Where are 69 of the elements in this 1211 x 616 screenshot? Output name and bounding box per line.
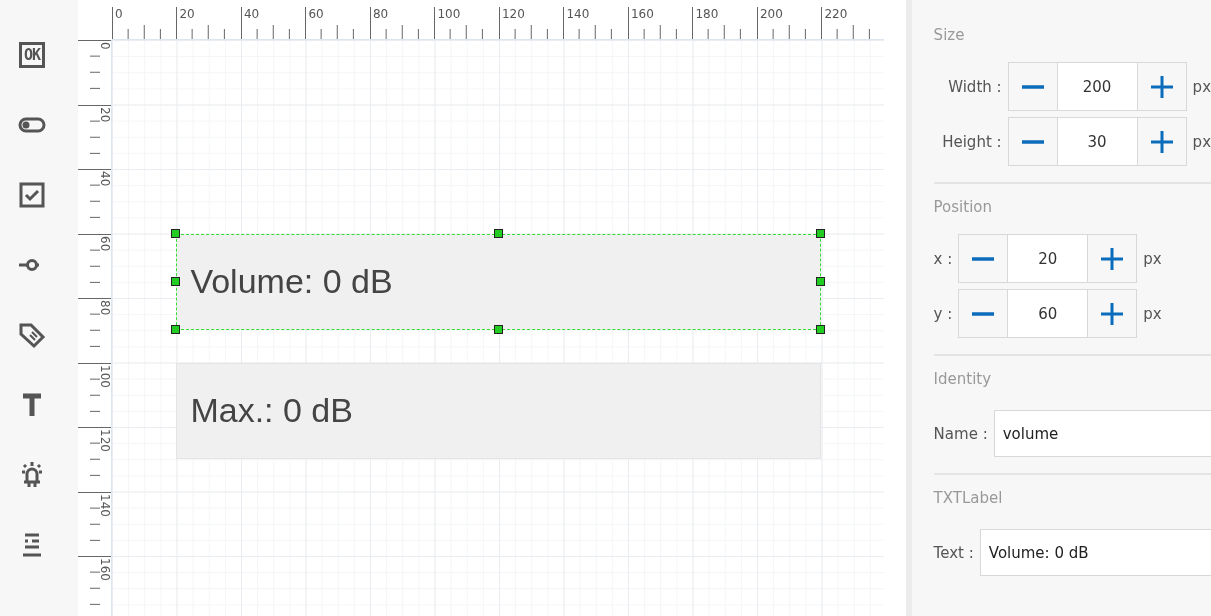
plus-button[interactable]	[1137, 118, 1186, 165]
section-title: TXTLabel	[933, 489, 1004, 507]
unit-label: px	[1143, 304, 1162, 323]
ruler-label: 60	[97, 235, 111, 251]
plus-icon	[1150, 75, 1173, 98]
field-label: y :	[933, 304, 953, 323]
ruler-label: 40	[97, 171, 111, 187]
ruler-label: 120	[97, 429, 111, 452]
plus-icon	[1150, 130, 1173, 153]
section-title: Size	[933, 26, 966, 44]
unit-label: px	[1192, 77, 1211, 96]
resize-handle[interactable]	[816, 325, 826, 335]
section-title: Identity	[933, 370, 993, 388]
resize-handle[interactable]	[171, 228, 181, 238]
ruler-label: 20	[97, 106, 111, 122]
minus-icon	[972, 256, 995, 261]
ruler-label: 0	[114, 7, 123, 21]
plus-icon	[1101, 302, 1124, 325]
ruler-label: 0	[97, 42, 111, 50]
minus-button[interactable]	[1008, 63, 1057, 110]
minus-button[interactable]	[959, 290, 1008, 337]
ruler-label: 220	[824, 7, 848, 21]
unit-label: px	[1143, 249, 1162, 268]
ruler-label: 80	[97, 300, 111, 316]
number-stepper[interactable]: 60	[958, 289, 1138, 338]
section-title: Position	[933, 198, 993, 216]
number-stepper[interactable]: 20	[958, 234, 1138, 283]
resize-handle[interactable]	[493, 325, 503, 335]
resize-handle[interactable]	[171, 325, 181, 335]
plus-button[interactable]	[1088, 290, 1137, 337]
field-label: Width :	[947, 77, 1002, 96]
text-label-widget[interactable]: Max.: 0 dB	[176, 362, 822, 460]
field-label: Height :	[941, 132, 1002, 151]
ok-icon: OK	[18, 42, 45, 68]
field-label: x :	[933, 249, 953, 268]
minus-icon	[972, 311, 995, 316]
ruler-label: 160	[97, 558, 111, 581]
resize-handle[interactable]	[816, 276, 826, 286]
ruler-label: 40	[243, 7, 260, 21]
minus-button[interactable]	[1008, 118, 1057, 165]
ruler-label: 140	[566, 7, 590, 21]
minus-button[interactable]	[959, 235, 1008, 282]
ruler-label: 160	[630, 7, 654, 21]
number-stepper[interactable]: 200	[1007, 62, 1187, 111]
ruler-label: 140	[97, 493, 111, 517]
resize-handle[interactable]	[816, 228, 826, 238]
input-field[interactable]: volume	[993, 410, 1211, 457]
ruler-label: 100	[97, 364, 111, 388]
ruler-label: 120	[501, 7, 525, 21]
tool-button[interactable]: OK	[8, 32, 55, 78]
number-stepper[interactable]: 30	[1007, 117, 1187, 166]
text-label-widget[interactable]: Volume: 0 dB	[176, 233, 822, 331]
ruler-label: 80	[372, 7, 389, 21]
plus-button[interactable]	[1088, 235, 1137, 282]
field-label: Text :	[933, 543, 974, 562]
ruler-label: 200	[759, 7, 783, 21]
resize-handle[interactable]	[493, 228, 503, 238]
ruler-label: 20	[179, 7, 195, 21]
input-field[interactable]: Volume: 0 dB	[979, 529, 1211, 576]
plus-icon	[1101, 247, 1124, 270]
minus-icon	[1021, 139, 1044, 144]
resize-handle[interactable]	[171, 276, 181, 286]
plus-button[interactable]	[1137, 63, 1186, 110]
ruler-label: 60	[308, 7, 324, 21]
ruler-label: 100	[437, 7, 461, 21]
unit-label: px	[1192, 132, 1211, 151]
ruler-label: 180	[695, 7, 719, 21]
field-label: Name :	[933, 424, 988, 443]
minus-icon	[1021, 84, 1044, 89]
